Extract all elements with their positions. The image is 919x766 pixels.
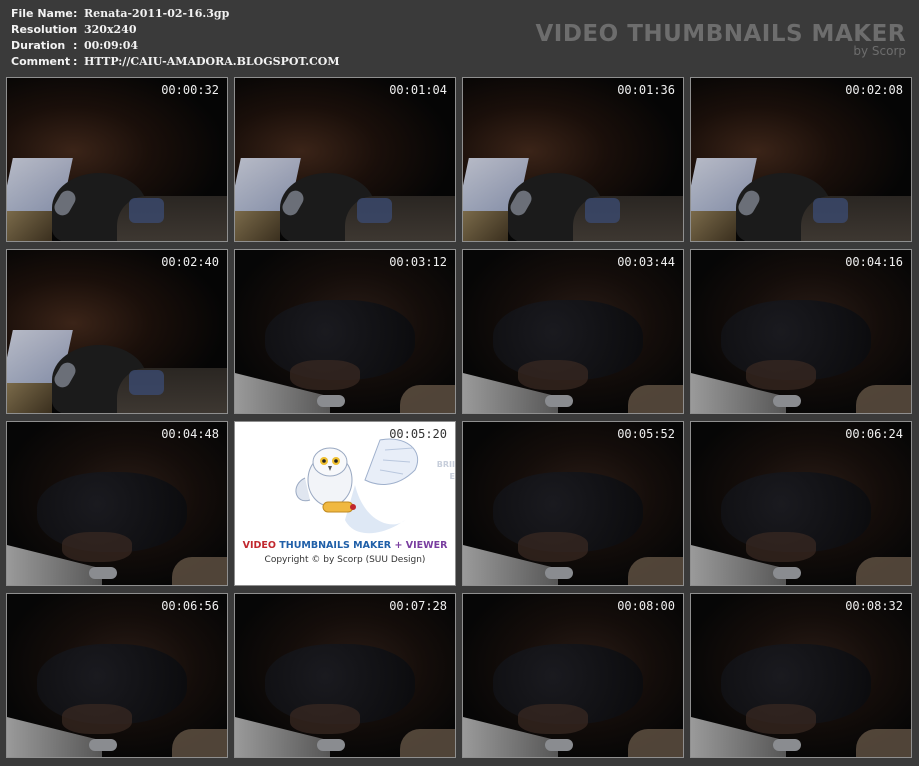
thumbnail-frame[interactable]: 00:01:04 (234, 77, 456, 242)
file-info: File Name : Renata-2011-02-16.3gp Resolu… (11, 6, 340, 70)
timestamp-label: 00:05:52 (617, 427, 675, 441)
resolution-row: Resolution : 320x240 (11, 22, 340, 38)
timestamp-label: 00:00:32 (161, 83, 219, 97)
duration-value: 00:09:04 (84, 39, 139, 52)
brand-watermark: VIDEO THUMBNAILS MAKER by Scorp (535, 20, 906, 57)
thumbnail-frame[interactable]: 00:08:32 (690, 593, 912, 758)
thumbnail-frame[interactable]: 00:05:52 (462, 421, 684, 586)
thumbnail-frame[interactable]: 00:02:40 (6, 249, 228, 414)
comment-value: HTTP://CAIU-AMADORA.BLOGSPOT.COM (84, 55, 340, 68)
thumbnail-frame[interactable]: 00:08:00 (462, 593, 684, 758)
timestamp-label: 00:02:40 (161, 255, 219, 269)
separator: : (73, 7, 78, 20)
timestamp-label: 00:07:28 (389, 599, 447, 613)
logo-product-name: VIDEO THUMBNAILS MAKER + VIEWER (242, 540, 448, 551)
file-name-value: Renata-2011-02-16.3gp (84, 7, 230, 20)
thumbnail-frame[interactable]: 00:00:32 (6, 77, 228, 242)
thumbnail-frame[interactable]: 00:06:24 (690, 421, 912, 586)
thumbnail-frame[interactable]: 00:07:28 (234, 593, 456, 758)
thumbnail-frame[interactable]: 00:06:56 (6, 593, 228, 758)
separator: : (73, 55, 78, 68)
brand-title: VIDEO THUMBNAILS MAKER (535, 21, 906, 47)
timestamp-label: 00:02:08 (845, 83, 903, 97)
timestamp-label: 00:01:04 (389, 83, 447, 97)
comment-row: Comment : HTTP://CAIU-AMADORA.BLOGSPOT.C… (11, 54, 340, 70)
thumbnail-frame[interactable]: 00:04:16 (690, 249, 912, 414)
timestamp-label: 00:03:12 (389, 255, 447, 269)
thumbnail-frame[interactable]: 00:04:48 (6, 421, 228, 586)
file-name-label: File Name (11, 7, 73, 20)
owl-logo-icon (285, 430, 425, 540)
resolution-value: 320x240 (84, 23, 137, 36)
thumbnail-frame[interactable]: BRII E VIDEO THUMBNAILS MAKER + VIEWER Copy… (234, 421, 456, 586)
thumbnail-frame[interactable]: 00:03:44 (462, 249, 684, 414)
timestamp-label: 00:01:36 (617, 83, 675, 97)
separator: : (73, 39, 78, 52)
timestamp-label: 00:06:56 (161, 599, 219, 613)
separator: : (73, 23, 78, 36)
timestamp-label: 00:04:48 (161, 427, 219, 441)
timestamp-label: 00:03:44 (617, 255, 675, 269)
timestamp-label: 00:08:00 (617, 599, 675, 613)
duration-label: Duration (11, 39, 66, 52)
timestamp-label: 00:06:24 (845, 427, 903, 441)
file-name-row: File Name : Renata-2011-02-16.3gp (11, 6, 340, 22)
timestamp-label: 00:08:32 (845, 599, 903, 613)
logo-copyright: Copyright © by Scorp (SUU Design) (264, 555, 426, 565)
comment-label: Comment (11, 55, 71, 68)
thumbnail-frame[interactable]: 00:02:08 (690, 77, 912, 242)
timestamp-label: 00:05:20 (389, 427, 447, 441)
side-text: BRII E (436, 460, 455, 481)
resolution-label: Resolution (11, 23, 78, 36)
duration-row: Duration : 00:09:04 (11, 38, 340, 54)
thumbnail-frame[interactable]: 00:01:36 (462, 77, 684, 242)
timestamp-label: 00:04:16 (845, 255, 903, 269)
thumbnail-frame[interactable]: 00:03:12 (234, 249, 456, 414)
